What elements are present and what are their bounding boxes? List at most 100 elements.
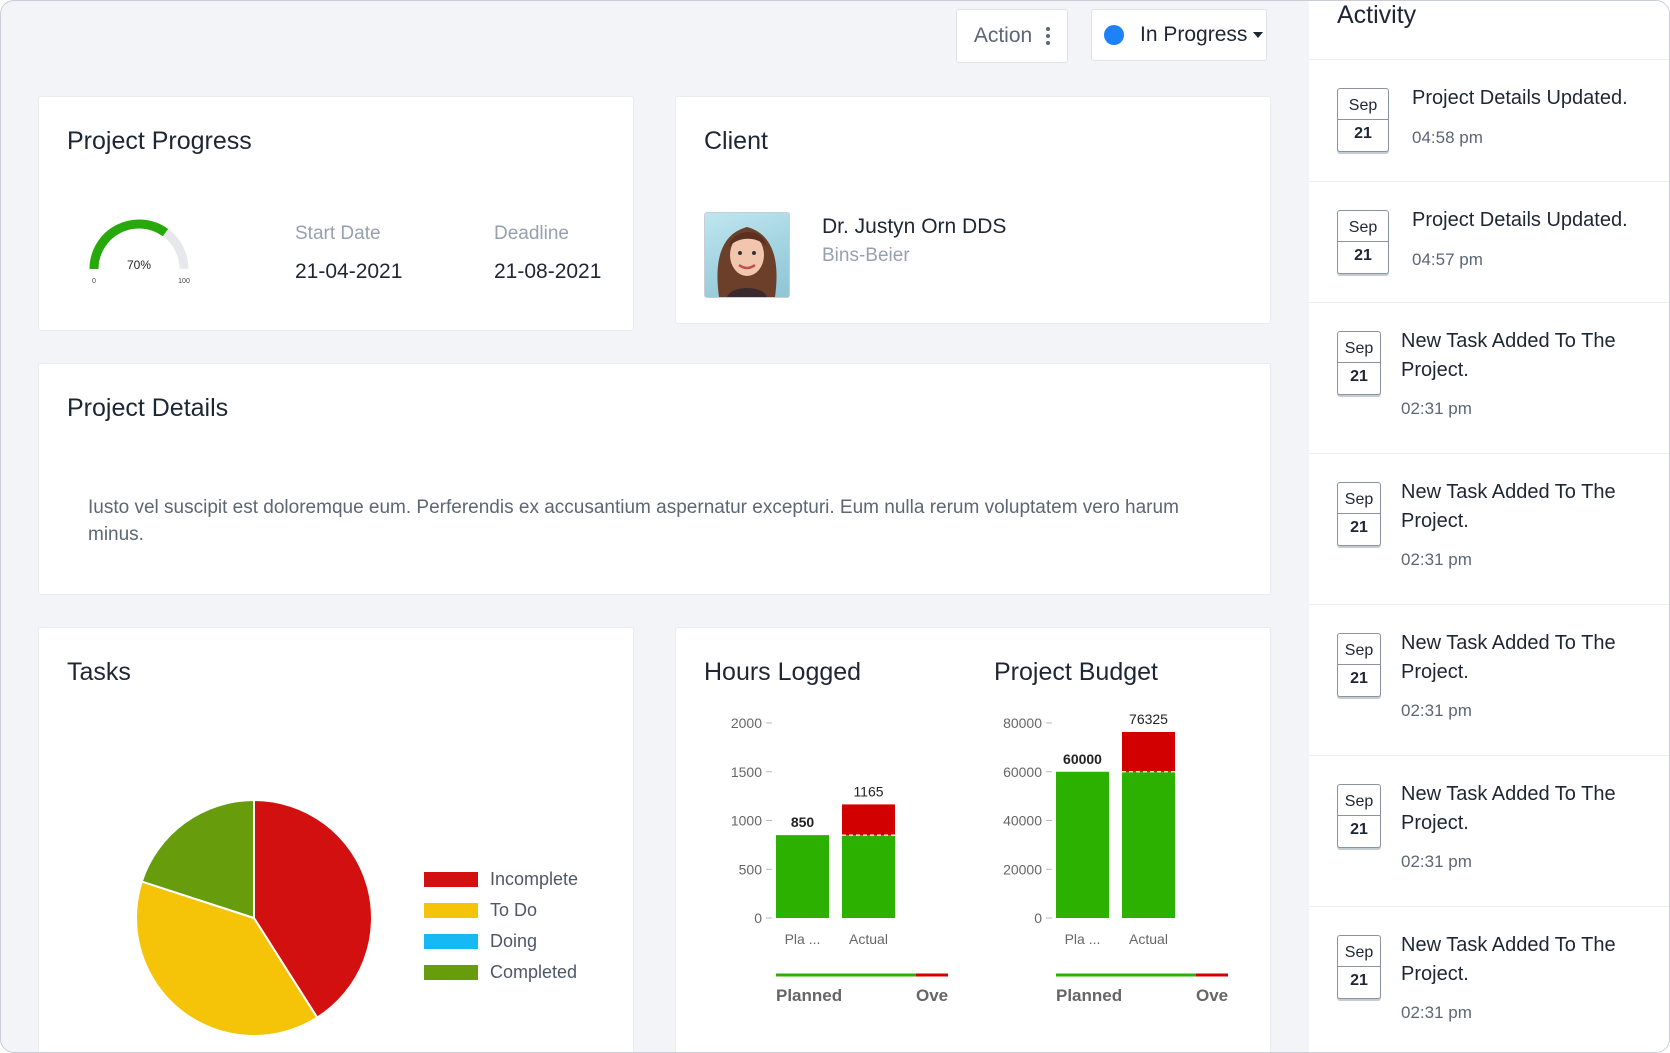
legend-item[interactable]: Completed	[424, 962, 577, 983]
activity-item[interactable]: Sep 21 New Task Added To The Project. 02:31…	[1309, 604, 1669, 756]
legend-label: Doing	[490, 931, 538, 951]
client-avatar[interactable]	[704, 212, 790, 298]
bar-data-label: 60000	[1063, 751, 1102, 767]
legend-item[interactable]: Incomplete	[424, 869, 578, 890]
activity-item[interactable]: Sep 21 New Task Added To The Project. 02:31…	[1309, 906, 1669, 1052]
bar-planned-0[interactable]	[776, 835, 829, 918]
activity-item[interactable]: Sep 21 Project Details Updated. 04:57 pm	[1309, 181, 1669, 303]
calendar-date-icon: Sep 21	[1337, 633, 1381, 697]
y-tick-label: 1000	[731, 813, 762, 829]
legend-label-ove: Ove	[916, 986, 948, 1005]
legend-swatch	[424, 903, 478, 918]
activity-text: New Task Added To The Project.	[1401, 481, 1616, 532]
kebab-vertical-icon	[1046, 27, 1051, 45]
project-details-card: Project Details Iusto vel suscipit est d…	[38, 363, 1271, 595]
x-category-label: Pla ...	[785, 931, 821, 947]
activity-item[interactable]: Sep 21 Project Details Updated. 04:58 pm	[1309, 59, 1669, 182]
calendar-date-icon: Sep 21	[1337, 935, 1381, 999]
activity-text: New Task Added To The Project.	[1401, 330, 1616, 381]
legend-label-planned: Planned	[1056, 986, 1122, 1005]
activity-month: Sep	[1344, 491, 1374, 508]
activity-month: Sep	[1344, 340, 1374, 357]
activity-day: 21	[1338, 966, 1380, 997]
project-details-text: Iusto vel suscipit est doloremque eum. P…	[88, 497, 1179, 545]
legend-label: To Do	[490, 900, 538, 920]
bar-planned-0[interactable]	[1056, 771, 1109, 918]
legend-label: Completed	[490, 962, 578, 982]
activity-item[interactable]: Sep 21 New Task Added To The Project. 02:31…	[1309, 453, 1669, 605]
client-card: Client Dr. Justyn Orn DDS Bins-Beier	[675, 96, 1271, 324]
y-tick-label: 80000	[1003, 715, 1042, 731]
legend-label: Incomplete	[490, 869, 579, 889]
legend-label-ove: Ove	[1196, 986, 1228, 1005]
activity-item[interactable]: Sep 21 New Task Added To The Project. 02:31…	[1309, 302, 1669, 454]
client-title: Client	[704, 127, 768, 155]
legend-swatch	[424, 934, 478, 949]
bar-ove-1[interactable]	[842, 804, 895, 836]
bar-planned-1[interactable]	[842, 835, 895, 918]
bar-planned-1[interactable]	[1122, 771, 1175, 918]
client-company: Bins-Beier	[822, 245, 910, 266]
tasks-pie-chart	[135, 798, 373, 1037]
activity-time: 02:31 pm	[1401, 701, 1472, 720]
hours-logged-title: Hours Logged	[704, 658, 862, 686]
activity-item[interactable]: Sep 21 New Task Added To The Project. 02:31…	[1309, 755, 1669, 907]
action-button[interactable]: Action	[956, 9, 1068, 63]
calendar-date-icon: Sep 21	[1337, 88, 1389, 152]
project-budget-title: Project Budget	[994, 658, 1158, 686]
activity-time: 02:31 pm	[1401, 1003, 1472, 1022]
gauge-max-label: 100	[178, 278, 190, 285]
y-tick-label: 40000	[1003, 813, 1042, 829]
activity-day: 21	[1338, 513, 1380, 544]
hours-logged-chart: 0 500 1000 1500 2000 850 Pla ... 1165 Actual Plan…	[731, 715, 948, 1005]
app-frame: Action In Progress Project Progress 70% …	[0, 0, 1670, 1053]
activity-day: 21	[1338, 362, 1380, 393]
y-tick-label: 1500	[731, 764, 762, 780]
activity-month: Sep	[1348, 219, 1378, 236]
legend-label-planned: Planned	[776, 986, 842, 1005]
activity-month: Sep	[1344, 944, 1374, 961]
project-progress-title: Project Progress	[67, 127, 252, 155]
tasks-title: Tasks	[67, 658, 131, 686]
legend-swatch	[424, 965, 478, 980]
gauge-value-label: 70%	[127, 258, 151, 272]
status-dropdown[interactable]: In Progress	[1091, 9, 1267, 61]
legend-item[interactable]: To Do	[424, 900, 537, 921]
status-label: In Progress	[1140, 23, 1248, 46]
charts-card: Hours Logged Project Budget 0 500 1000 1500…	[675, 627, 1271, 1052]
y-tick-label: 60000	[1003, 764, 1042, 780]
project-progress-card: Project Progress 70% 0 100 Start Date 21…	[38, 96, 634, 331]
activity-time: 02:31 pm	[1401, 852, 1472, 871]
calendar-date-icon: Sep 21	[1337, 482, 1381, 546]
activity-text: New Task Added To The Project.	[1401, 934, 1616, 985]
deadline-label: Deadline	[494, 223, 569, 244]
bar-ove-1[interactable]	[1122, 731, 1175, 772]
activity-text: New Task Added To The Project.	[1401, 632, 1616, 683]
activity-title: Activity	[1337, 1, 1417, 29]
gauge-min-label: 0	[92, 278, 96, 285]
y-tick-label: 2000	[731, 715, 762, 731]
legend-swatch	[424, 872, 478, 887]
project-budget-chart: 0 20000 40000 60000 80000 60000 Pla ... 76325 Ac…	[1003, 711, 1228, 1005]
activity-month: Sep	[1348, 97, 1378, 114]
x-category-label: Actual	[849, 931, 888, 947]
legend-item[interactable]: Doing	[424, 931, 537, 952]
activity-day: 21	[1338, 664, 1380, 695]
y-tick-label: 0	[754, 910, 762, 926]
bar-data-label: 850	[791, 814, 815, 830]
activity-month: Sep	[1344, 642, 1374, 659]
client-name: Dr. Justyn Orn DDS	[822, 215, 1007, 238]
activity-panel: Activity Sep 21 Project Details Updated. 04…	[1309, 1, 1669, 1052]
activity-day: 21	[1338, 119, 1388, 150]
bar-data-label: 1165	[853, 783, 883, 799]
activity-time: 02:31 pm	[1401, 550, 1472, 569]
calendar-date-icon: Sep 21	[1337, 784, 1381, 848]
action-label: Action	[973, 24, 1033, 47]
start-date-label: Start Date	[295, 223, 381, 244]
caret-down-icon	[1253, 32, 1264, 38]
calendar-date-icon: Sep 21	[1337, 210, 1389, 274]
activity-time: 04:57 pm	[1412, 250, 1483, 269]
y-tick-label: 500	[739, 861, 763, 877]
deadline-value: 21-08-2021	[494, 260, 602, 283]
y-tick-label: 0	[1034, 910, 1042, 926]
